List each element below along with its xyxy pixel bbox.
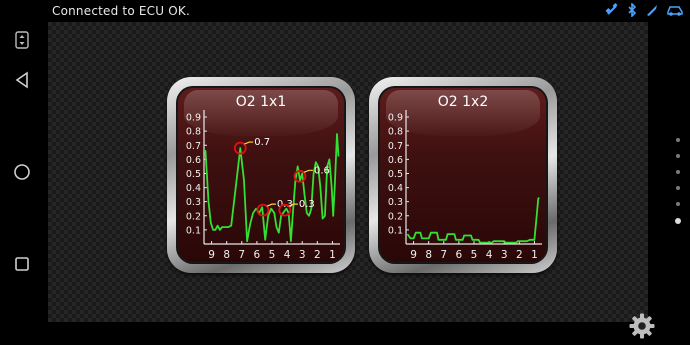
o2-trace-line — [204, 133, 340, 243]
x-tick-label: 2 — [516, 249, 523, 261]
x-tick-label: 9 — [208, 249, 215, 261]
gauge-face: 0.9 0.8 0.7 0.6 0.5 0.4 0.3 0.2 0.1 9 8 7 6 5 4 3 2 1 O2 … — [380, 88, 546, 262]
peak-value-label: 0.6 — [314, 165, 330, 176]
home-button[interactable] — [10, 160, 34, 184]
bluetooth-icon — [628, 3, 637, 17]
y-tick-label: 0.8 — [388, 127, 403, 138]
x-tick-label: 5 — [471, 249, 478, 261]
y-tick-label: 0.5 — [186, 169, 201, 180]
y-tick-label: 0.7 — [388, 141, 403, 152]
peak-leader-line — [303, 169, 313, 173]
x-tick-label: 2 — [314, 249, 321, 261]
satellite-icon — [605, 3, 618, 15]
y-tick-label: 0.3 — [388, 197, 403, 208]
x-tick-label: 8 — [223, 249, 230, 261]
y-tick-label: 0.2 — [388, 211, 403, 222]
x-tick-label: 7 — [238, 249, 245, 261]
peak-value-label: 0.3 — [299, 199, 315, 210]
y-tick-label: 0.8 — [186, 127, 201, 138]
y-tick-label: 0.6 — [186, 155, 201, 166]
engine-icon — [647, 5, 657, 16]
page-dot[interactable] — [676, 138, 680, 142]
y-tick-label: 0.5 — [388, 169, 403, 180]
recents-icon — [15, 257, 29, 271]
x-tick-label: 6 — [456, 249, 463, 261]
y-tick-label: 0.9 — [388, 113, 403, 124]
x-tick-label: 4 — [486, 249, 493, 261]
peak-leader-line — [244, 141, 254, 145]
o2-trace-line — [406, 197, 540, 244]
x-tick-label: 6 — [254, 249, 261, 261]
o2-1x1-gauge[interactable]: 0.9 0.8 0.7 0.6 0.5 0.4 0.3 0.2 0.1 9 8 7 6 5 4 3 2 1 0.7 0… — [167, 77, 355, 273]
o2-1x1-chart: 0.9 0.8 0.7 0.6 0.5 0.4 0.3 0.2 0.1 9 8 7 6 5 4 3 2 1 0.7 0… — [186, 110, 340, 261]
x-tick-label: 4 — [284, 249, 291, 261]
peak-value-label: 0.7 — [254, 137, 270, 148]
x-tick-label: 1 — [531, 249, 538, 261]
menu-icon — [15, 31, 29, 49]
page-indicator — [675, 138, 681, 236]
menu-button[interactable] — [10, 28, 34, 52]
page-dot[interactable] — [676, 170, 680, 174]
x-tick-label: 5 — [269, 249, 276, 261]
connection-status-text: Connected to ECU OK. — [52, 4, 190, 18]
settings-button[interactable] — [628, 312, 656, 340]
x-tick-label: 9 — [410, 249, 417, 261]
home-icon — [14, 164, 30, 180]
recents-button[interactable] — [10, 252, 34, 276]
x-tick-label: 3 — [299, 249, 306, 261]
y-tick-label: 0.4 — [388, 183, 403, 194]
page-dot[interactable] — [676, 202, 680, 206]
gauge-face: 0.9 0.8 0.7 0.6 0.5 0.4 0.3 0.2 0.1 9 8 7 6 5 4 3 2 1 0.7 0… — [178, 88, 344, 262]
peak-leader-line — [266, 203, 276, 207]
y-tick-label: 0.2 — [186, 211, 201, 222]
gear-icon — [629, 313, 655, 339]
page-dot[interactable] — [676, 154, 680, 158]
x-tick-label: 7 — [440, 249, 447, 261]
page-dot[interactable] — [676, 186, 680, 190]
back-icon — [15, 71, 28, 89]
gauge-title: O2 1x1 — [235, 94, 287, 110]
y-tick-label: 0.6 — [388, 155, 403, 166]
gauge-title: O2 1x2 — [437, 94, 489, 110]
status-bar: Connected to ECU OK. — [0, 0, 690, 22]
o2-1x2-chart: 0.9 0.8 0.7 0.6 0.5 0.4 0.3 0.2 0.1 9 8 7 6 5 4 3 2 1 — [388, 110, 542, 261]
car-icon — [667, 6, 683, 16]
o2-1x2-gauge[interactable]: 0.9 0.8 0.7 0.6 0.5 0.4 0.3 0.2 0.1 9 8 7 6 5 4 3 2 1 O2 … — [369, 77, 557, 273]
back-button[interactable] — [10, 68, 34, 92]
y-tick-label: 0.1 — [388, 225, 403, 236]
x-tick-label: 1 — [329, 249, 336, 261]
page-dot-active[interactable] — [675, 218, 681, 224]
y-tick-label: 0.3 — [186, 197, 201, 208]
x-tick-label: 8 — [425, 249, 432, 261]
y-tick-label: 0.9 — [186, 113, 201, 124]
y-tick-label: 0.1 — [186, 225, 201, 236]
navigation-bar — [0, 22, 46, 345]
y-tick-label: 0.7 — [186, 141, 201, 152]
x-tick-label: 3 — [501, 249, 508, 261]
y-tick-label: 0.4 — [186, 183, 201, 194]
